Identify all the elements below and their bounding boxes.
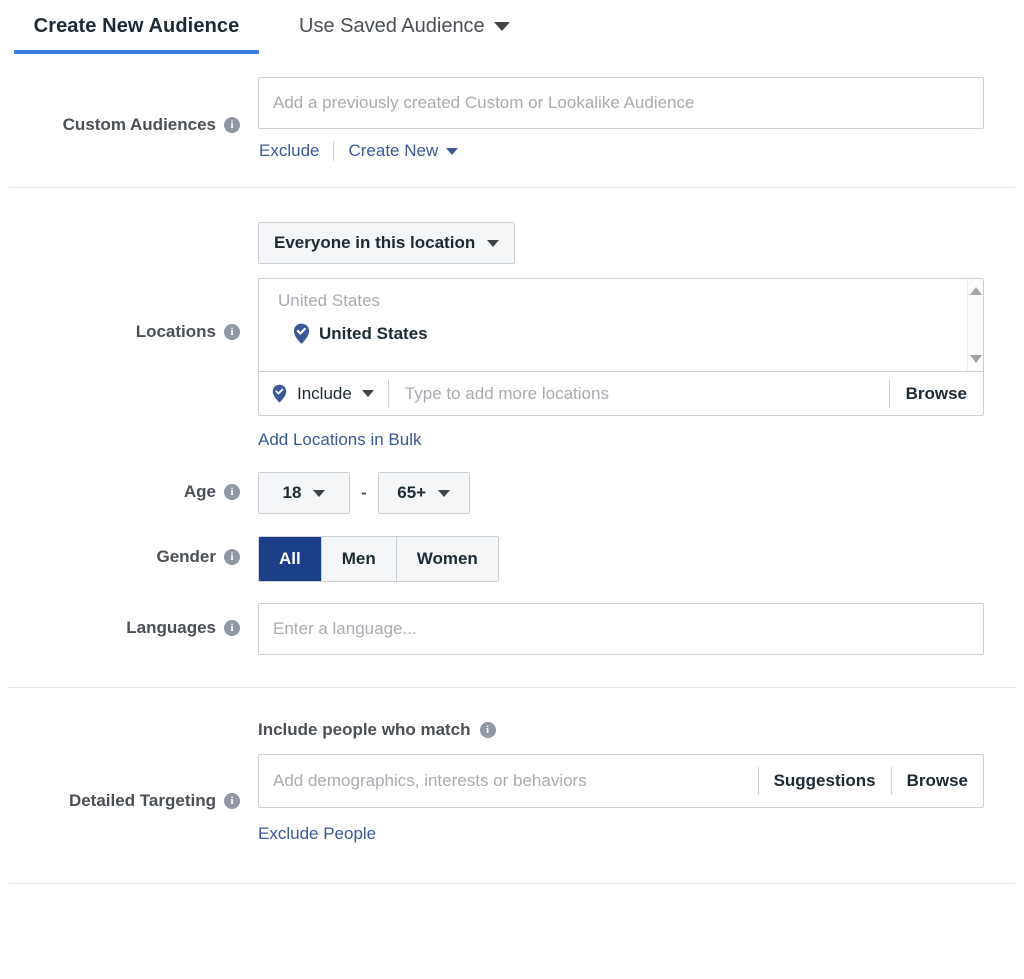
- chevron-down-icon: [362, 390, 374, 397]
- divider-vertical: [333, 141, 334, 161]
- locations-label-group: Locations i: [0, 222, 258, 342]
- age-field-col: 18 - 65+: [258, 472, 1024, 514]
- custom-audiences-label: Custom Audiences: [63, 115, 216, 135]
- custom-audiences-label-group: Custom Audiences i: [0, 77, 258, 135]
- section-divider: [9, 687, 1015, 688]
- gender-field-col: All Men Women: [258, 536, 1024, 582]
- languages-input[interactable]: Enter a language...: [258, 603, 984, 655]
- gender-option-men[interactable]: Men: [321, 537, 396, 581]
- chevron-down-icon: [438, 490, 450, 497]
- create-new-audience-link[interactable]: Create New: [348, 141, 458, 161]
- gender-segmented-control: All Men Women: [258, 536, 499, 582]
- create-new-audience-label: Create New: [348, 141, 438, 161]
- map-pin-check-icon: [293, 323, 310, 344]
- custom-audiences-placeholder: Add a previously created Custom or Looka…: [273, 93, 694, 113]
- detailed-targeting-label: Detailed Targeting: [69, 791, 216, 811]
- chevron-down-icon: [487, 240, 499, 247]
- gender-row: Gender i All Men Women: [0, 536, 1024, 582]
- custom-audiences-field-col: Add a previously created Custom or Looka…: [258, 77, 1024, 161]
- age-label: Age: [184, 482, 216, 502]
- tab-create-new-audience[interactable]: Create New Audience: [14, 8, 259, 54]
- section-divider: [9, 883, 1015, 884]
- languages-label-group: Languages i: [0, 603, 258, 638]
- scroll-up-arrow-icon[interactable]: [970, 287, 982, 295]
- info-icon[interactable]: i: [224, 620, 240, 636]
- detailed-targeting-placeholder: Add demographics, interests or behaviors: [273, 771, 587, 791]
- locations-selected-list: United States United States: [259, 279, 983, 371]
- detailed-targeting-actions: Suggestions Browse: [758, 767, 983, 795]
- info-icon[interactable]: i: [224, 117, 240, 133]
- languages-row: Languages i Enter a language...: [0, 603, 1024, 655]
- include-people-who-match-label: Include people who match: [258, 720, 471, 740]
- info-icon[interactable]: i: [224, 793, 240, 809]
- add-locations-in-bulk-link[interactable]: Add Locations in Bulk: [258, 430, 422, 449]
- location-scope-dropdown[interactable]: Everyone in this location: [258, 222, 515, 264]
- locations-listbox: United States United States: [258, 278, 984, 416]
- detailed-targeting-label-group: Detailed Targeting i: [0, 720, 258, 811]
- languages-placeholder: Enter a language...: [273, 619, 417, 639]
- gender-label-group: Gender i: [0, 536, 258, 567]
- list-item[interactable]: United States: [259, 311, 983, 344]
- gender-option-all[interactable]: All: [259, 537, 321, 581]
- age-min-dropdown[interactable]: 18: [258, 472, 350, 514]
- info-icon[interactable]: i: [224, 484, 240, 500]
- tab-use-saved-audience[interactable]: Use Saved Audience: [299, 8, 510, 54]
- location-include-dropdown[interactable]: Include: [272, 384, 388, 404]
- chevron-down-icon: [313, 490, 325, 497]
- tab-create-new-audience-label: Create New Audience: [34, 15, 240, 37]
- map-pin-check-icon: [272, 384, 287, 403]
- locations-scrollbar[interactable]: [967, 279, 983, 371]
- info-icon[interactable]: i: [224, 324, 240, 340]
- suggestions-button[interactable]: Suggestions: [758, 767, 891, 795]
- age-range-separator: -: [361, 483, 367, 503]
- custom-audiences-sublinks: Exclude Create New: [258, 141, 1004, 161]
- section-divider: [9, 187, 1015, 188]
- location-include-label: Include: [297, 384, 352, 404]
- audience-tabs: Create New Audience Use Saved Audience: [0, 0, 1024, 55]
- age-row: Age i 18 - 65+: [0, 472, 1024, 514]
- detailed-targeting-row: Detailed Targeting i Include people who …: [0, 720, 1024, 844]
- location-scope-label: Everyone in this location: [274, 233, 475, 253]
- exclude-people-link[interactable]: Exclude People: [258, 824, 376, 843]
- custom-audiences-row: Custom Audiences i Add a previously crea…: [0, 77, 1024, 161]
- age-min-label: 18: [283, 483, 302, 503]
- languages-field-col: Enter a language...: [258, 603, 1024, 655]
- age-max-dropdown[interactable]: 65+: [378, 472, 470, 514]
- custom-audiences-input[interactable]: Add a previously created Custom or Looka…: [258, 77, 984, 129]
- chevron-down-icon: [494, 22, 510, 31]
- locations-row: Locations i Everyone in this location Un…: [0, 222, 1024, 450]
- tab-use-saved-audience-label: Use Saved Audience: [299, 14, 485, 38]
- exclude-people-wrapper: Exclude People: [258, 824, 1004, 844]
- detailed-targeting-field-col: Include people who match i Add demograph…: [258, 720, 1024, 844]
- exclude-audience-link[interactable]: Exclude: [259, 141, 319, 161]
- list-item-label: United States: [319, 324, 428, 344]
- include-people-who-match-title: Include people who match i: [258, 720, 1004, 740]
- location-search-input[interactable]: Type to add more locations: [388, 380, 889, 408]
- info-icon[interactable]: i: [480, 722, 496, 738]
- gender-option-women[interactable]: Women: [396, 537, 498, 581]
- info-icon[interactable]: i: [224, 549, 240, 565]
- age-max-label: 65+: [397, 483, 426, 503]
- locations-browse-button[interactable]: Browse: [889, 380, 983, 408]
- languages-label: Languages: [126, 618, 216, 638]
- detailed-targeting-browse-button[interactable]: Browse: [891, 767, 983, 795]
- detailed-targeting-input[interactable]: Add demographics, interests or behaviors…: [258, 754, 984, 808]
- age-range-controls: 18 - 65+: [258, 472, 1004, 514]
- age-label-group: Age i: [0, 472, 258, 502]
- locations-label: Locations: [136, 322, 216, 342]
- locations-group-header: United States: [259, 279, 983, 311]
- location-search-placeholder: Type to add more locations: [405, 384, 609, 404]
- add-locations-bulk-wrapper: Add Locations in Bulk: [258, 430, 1004, 450]
- locations-include-row: Include Type to add more locations Brows…: [259, 371, 983, 415]
- tab-active-underline: [14, 50, 259, 54]
- locations-field-col: Everyone in this location United States …: [258, 222, 1024, 450]
- gender-label: Gender: [156, 547, 216, 567]
- chevron-down-icon: [446, 148, 458, 155]
- scroll-down-arrow-icon[interactable]: [970, 355, 982, 363]
